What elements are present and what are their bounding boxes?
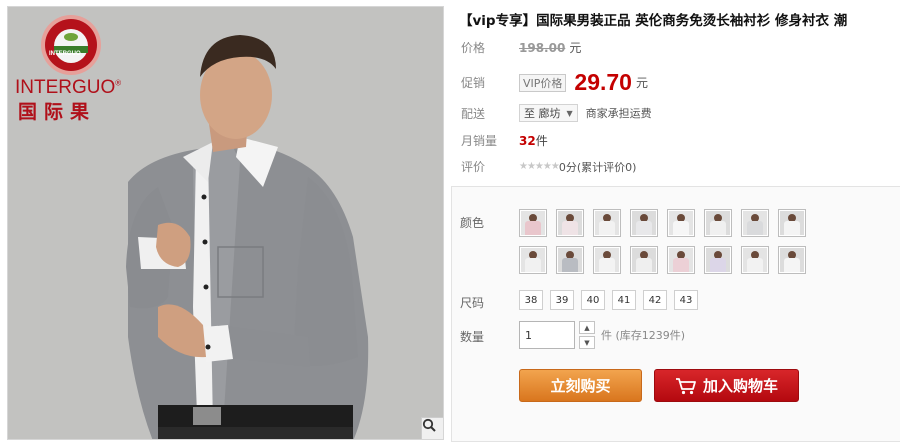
zoom-button[interactable] — [421, 417, 443, 439]
sales-unit: 件 — [535, 134, 548, 148]
promo-label: 促销 — [461, 76, 486, 90]
pink-shirt-swatch — [669, 248, 693, 272]
review-row: 评价 ★★★★★ 0分(累计评价0) — [461, 158, 636, 175]
magnifier-icon — [422, 418, 436, 432]
white-shirt-swatch — [743, 248, 767, 272]
review-summary-link[interactable]: 0分(累计评价0) — [559, 159, 637, 175]
white-pink-shirt-swatch — [558, 211, 582, 235]
size-option[interactable]: 39 — [550, 290, 574, 310]
color-swatch[interactable] — [778, 246, 806, 274]
review-label: 评价 — [461, 160, 486, 174]
sales-row: 月销量 32 件 — [461, 132, 548, 149]
size-label: 尺码 — [460, 296, 485, 310]
color-swatch[interactable] — [741, 246, 769, 274]
size-option[interactable]: 43 — [674, 290, 698, 310]
sales-count: 32 — [519, 133, 536, 148]
pink-shirt-swatch — [521, 211, 545, 235]
color-swatch-grid — [519, 209, 819, 274]
color-swatch[interactable] — [519, 209, 547, 237]
color-swatch[interactable] — [556, 246, 584, 274]
size-option-list: 38 39 40 41 42 43 — [519, 290, 698, 310]
size-option[interactable]: 40 — [581, 290, 605, 310]
light-grey-shirt-swatch — [743, 211, 767, 235]
color-swatch[interactable] — [667, 209, 695, 237]
triangle-down-icon: ▼ — [584, 338, 590, 347]
color-swatch[interactable] — [630, 209, 658, 237]
color-swatch[interactable] — [667, 246, 695, 274]
color-swatch[interactable] — [704, 246, 732, 274]
original-price: 198.00 — [519, 40, 566, 55]
color-swatch[interactable] — [704, 209, 732, 237]
light-shirt-swatch — [632, 211, 656, 235]
price-row: 价格 198.00 元 — [461, 39, 581, 56]
promo-row: 促销 VIP价格 29.70 元 — [461, 69, 648, 96]
shipping-row: 配送 至 廊坊 ▼ 商家承担运费 — [461, 104, 652, 122]
size-option[interactable]: 41 — [612, 290, 636, 310]
lavender-shirt-swatch — [706, 248, 730, 272]
triangle-up-icon: ▲ — [584, 323, 590, 332]
quantity-input[interactable] — [519, 321, 575, 349]
brand-emblem-icon — [41, 15, 101, 75]
quantity-increase-button[interactable]: ▲ — [579, 321, 595, 334]
color-swatch[interactable] — [593, 246, 621, 274]
product-title: 【vip专享】国际果男装正品 英伦商务免烫长袖衬衫 修身衬衣 潮 — [459, 13, 848, 29]
color-swatch[interactable] — [630, 246, 658, 274]
color-swatch[interactable] — [778, 209, 806, 237]
color-label: 颜色 — [460, 216, 485, 230]
white-shirt-swatch — [595, 248, 619, 272]
promo-price: 29.70 — [574, 69, 632, 95]
shipping-label: 配送 — [461, 106, 486, 121]
stock-text: 件 (库存1239件) — [601, 329, 686, 342]
size-option[interactable]: 38 — [519, 290, 543, 310]
white-shirt-swatch — [780, 248, 804, 272]
brand-name-cn: 国际果 — [18, 101, 97, 123]
shipping-note: 商家承担运费 — [585, 107, 652, 120]
rating-stars-icon: ★★★★★ — [519, 161, 560, 172]
price-unit: 元 — [569, 41, 582, 55]
brand-emblem-text: INTERGUO — [49, 51, 81, 57]
vip-price-tag: VIP价格 — [519, 73, 567, 92]
caret-down-icon: ▼ — [566, 108, 573, 118]
white-shirt-swatch — [632, 248, 656, 272]
white-dark-shirt-swatch — [669, 211, 693, 235]
quantity-control: ▲ ▼ 件 (库存1239件) — [519, 321, 685, 349]
quantity-stepper: ▲ ▼ — [579, 321, 595, 349]
size-option[interactable]: 42 — [643, 290, 667, 310]
shipping-location-value: 至 廊坊 — [524, 107, 561, 120]
white-shirt-swatch — [780, 211, 804, 235]
quantity-decrease-button[interactable]: ▼ — [579, 336, 595, 349]
promo-unit: 元 — [635, 76, 648, 90]
grey-shirt-swatch — [558, 248, 582, 272]
sales-label: 月销量 — [461, 134, 498, 148]
sku-panel: 颜色 尺码 38 39 40 41 42 43 数量 ▲ ▼ 件 (库存1239件) 立刻… — [451, 186, 900, 442]
add-to-cart-label: 加入购物车 — [702, 377, 778, 395]
product-photo[interactable]: INTERGUO INTERGUO® 国际果 — [7, 6, 444, 440]
shipping-location-select[interactable]: 至 廊坊 ▼ — [519, 104, 578, 122]
shopping-cart-icon — [675, 377, 696, 394]
color-swatch[interactable] — [556, 209, 584, 237]
color-swatch[interactable] — [741, 209, 769, 237]
add-to-cart-button[interactable]: 加入购物车 — [654, 369, 799, 402]
white-shirt-swatch — [706, 211, 730, 235]
price-label: 价格 — [461, 41, 486, 55]
brand-name-en: INTERGUO® — [15, 77, 122, 98]
color-swatch[interactable] — [593, 209, 621, 237]
color-swatch[interactable] — [519, 246, 547, 274]
white-shirt-swatch — [521, 248, 545, 272]
white-shirt-swatch — [595, 211, 619, 235]
quantity-label: 数量 — [460, 330, 485, 344]
buy-now-button[interactable]: 立刻购买 — [519, 369, 642, 402]
